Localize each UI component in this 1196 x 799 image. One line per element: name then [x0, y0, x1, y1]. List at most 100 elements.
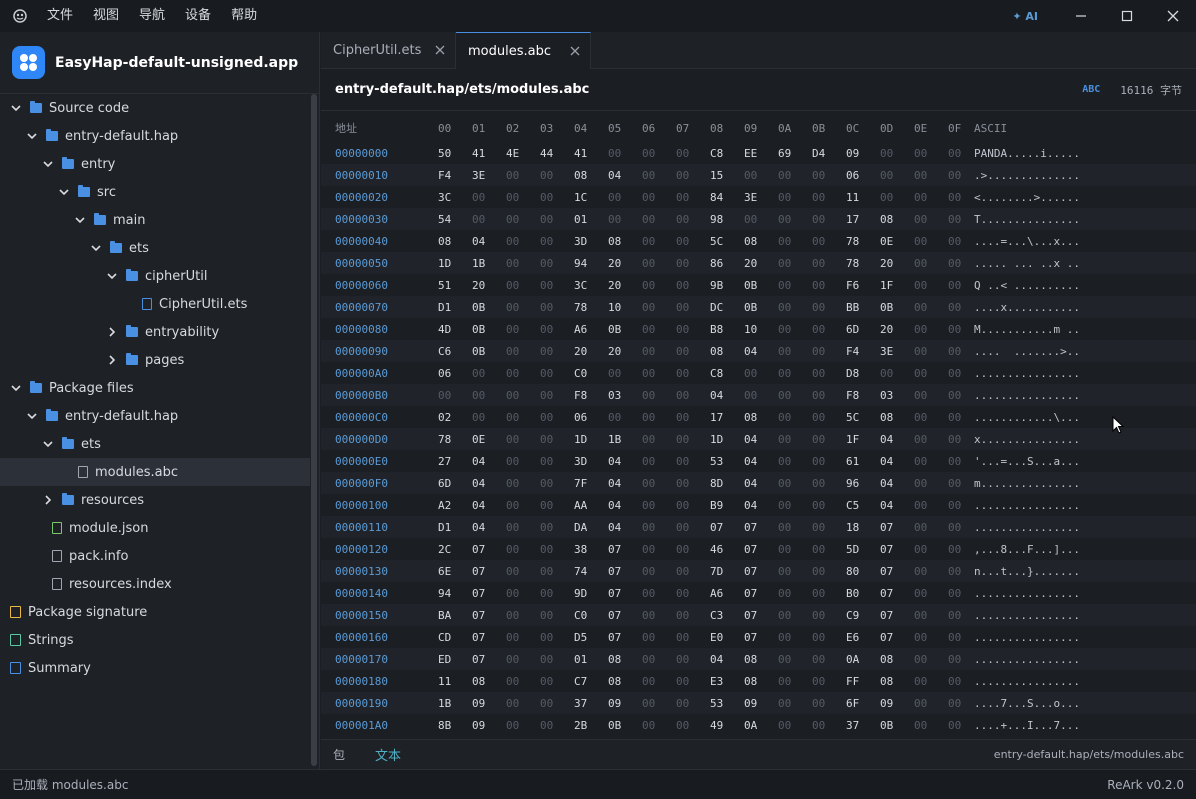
hex-byte[interactable]: 00 [661, 279, 695, 292]
hex-byte[interactable]: 00 [491, 719, 525, 732]
hex-byte[interactable]: 0E [865, 235, 899, 248]
hex-byte[interactable]: 00 [661, 455, 695, 468]
hex-byte[interactable]: 17 [695, 411, 729, 424]
chevron-right-icon[interactable] [106, 354, 118, 366]
hex-byte[interactable]: 00 [491, 477, 525, 490]
hex-byte[interactable]: 04 [593, 477, 627, 490]
hex-byte[interactable]: E3 [695, 675, 729, 688]
hex-byte[interactable]: 00 [661, 191, 695, 204]
hex-byte[interactable]: 04 [593, 169, 627, 182]
hex-byte[interactable]: 00 [491, 235, 525, 248]
hex-byte[interactable]: 10 [729, 323, 763, 336]
hex-byte[interactable]: 0B [593, 323, 627, 336]
chevron-right-icon[interactable] [106, 326, 118, 338]
hex-byte[interactable]: 00 [491, 279, 525, 292]
hex-byte[interactable]: 00 [865, 169, 899, 182]
hex-byte[interactable]: 04 [865, 455, 899, 468]
hex-byte[interactable]: 00 [899, 433, 933, 446]
hex-byte[interactable]: 00 [627, 345, 661, 358]
hex-byte[interactable]: DA [559, 521, 593, 534]
hex-byte[interactable]: 00 [491, 169, 525, 182]
hex-byte[interactable]: 41 [559, 147, 593, 160]
hex-byte[interactable]: 20 [593, 279, 627, 292]
hex-byte[interactable]: 00 [491, 587, 525, 600]
hex-byte[interactable]: 4D [423, 323, 457, 336]
hex-byte[interactable]: 1B [423, 697, 457, 710]
hex-byte[interactable]: 07 [457, 653, 491, 666]
sidebar-scrollbar[interactable] [311, 94, 317, 766]
hex-byte[interactable]: 00 [593, 147, 627, 160]
tree-item[interactable]: CipherUtil.ets [0, 290, 310, 318]
hex-byte[interactable]: 00 [797, 213, 831, 226]
hex-byte[interactable]: 0B [457, 301, 491, 314]
hex-byte[interactable]: 00 [933, 433, 967, 446]
chevron-down-icon[interactable] [74, 214, 86, 226]
tree-item[interactable]: Package signature [0, 598, 310, 626]
hex-byte[interactable]: 00 [627, 631, 661, 644]
hex-byte[interactable]: 69 [763, 147, 797, 160]
hex-byte[interactable]: 86 [695, 257, 729, 270]
tree-item[interactable]: Source code [0, 94, 310, 122]
hex-byte[interactable]: 1B [593, 433, 627, 446]
hex-byte[interactable]: 3E [865, 345, 899, 358]
hex-byte[interactable]: 2B [559, 719, 593, 732]
hex-byte[interactable]: 00 [661, 257, 695, 270]
hex-byte[interactable]: 98 [695, 213, 729, 226]
hex-byte[interactable]: 04 [865, 477, 899, 490]
hex-byte[interactable]: 07 [865, 609, 899, 622]
hex-byte[interactable]: 00 [661, 389, 695, 402]
hex-byte[interactable]: 00 [933, 455, 967, 468]
hex-byte[interactable]: 00 [797, 609, 831, 622]
hex-byte[interactable]: 00 [933, 543, 967, 556]
hex-byte[interactable]: 09 [457, 719, 491, 732]
hex-byte[interactable]: 09 [831, 147, 865, 160]
hex-byte[interactable]: 00 [899, 697, 933, 710]
hex-row[interactable]: 00000030 54 00 00 00 01 00 00 00 98 00 00 00 17 08 00 00… [321, 208, 1196, 230]
hex-byte[interactable]: 07 [457, 609, 491, 622]
hex-byte[interactable]: 3D [559, 455, 593, 468]
hex-byte[interactable]: 04 [865, 499, 899, 512]
hex-byte[interactable]: 00 [525, 543, 559, 556]
hex-byte[interactable]: 00 [763, 235, 797, 248]
hex-byte[interactable]: E6 [831, 631, 865, 644]
tree-item[interactable]: ets [0, 234, 310, 262]
hex-byte[interactable]: DC [695, 301, 729, 314]
hex-byte[interactable]: 07 [865, 565, 899, 578]
hex-byte[interactable]: 00 [491, 191, 525, 204]
hex-byte[interactable]: 00 [525, 367, 559, 380]
hex-byte[interactable]: 00 [899, 543, 933, 556]
hex-byte[interactable]: 07 [729, 609, 763, 622]
hex-byte[interactable]: 00 [661, 499, 695, 512]
hex-byte[interactable]: 20 [457, 279, 491, 292]
hex-byte[interactable]: 00 [525, 609, 559, 622]
hex-row[interactable]: 000001A0 8B 09 00 00 2B 0B 00 00 49 0A 00 00 37 0B 00 00… [321, 714, 1196, 736]
hex-byte[interactable]: 00 [763, 653, 797, 666]
hex-byte[interactable]: 00 [763, 389, 797, 402]
hex-byte[interactable]: 1D [423, 257, 457, 270]
hex-byte[interactable]: AA [559, 499, 593, 512]
hex-byte[interactable]: 00 [763, 521, 797, 534]
hex-byte[interactable]: 00 [797, 323, 831, 336]
hex-byte[interactable]: 00 [797, 235, 831, 248]
hex-byte[interactable]: 00 [661, 433, 695, 446]
hex-byte[interactable]: 00 [525, 477, 559, 490]
hex-byte[interactable]: 0E [457, 433, 491, 446]
hex-byte[interactable]: 78 [423, 433, 457, 446]
hex-row[interactable]: 000000E0 27 04 00 00 3D 04 00 00 53 04 00 00 61 04 00 00… [321, 450, 1196, 472]
ai-button[interactable]: ✦ AI [1012, 10, 1038, 23]
hex-byte[interactable]: 00 [763, 565, 797, 578]
hex-byte[interactable]: 1F [831, 433, 865, 446]
hex-byte[interactable]: 00 [491, 631, 525, 644]
hex-byte[interactable]: 00 [933, 257, 967, 270]
hex-byte[interactable]: 0B [457, 323, 491, 336]
hex-byte[interactable]: 08 [865, 675, 899, 688]
hex-byte[interactable]: 00 [763, 279, 797, 292]
hex-byte[interactable]: 00 [661, 235, 695, 248]
tree-item[interactable]: cipherUtil [0, 262, 310, 290]
hex-byte[interactable]: 08 [695, 345, 729, 358]
hex-byte[interactable]: 04 [695, 653, 729, 666]
hex-byte[interactable]: 74 [559, 565, 593, 578]
close-window-button[interactable] [1150, 0, 1196, 32]
menu-help[interactable]: 帮助 [221, 0, 267, 32]
hex-byte[interactable]: 08 [865, 213, 899, 226]
